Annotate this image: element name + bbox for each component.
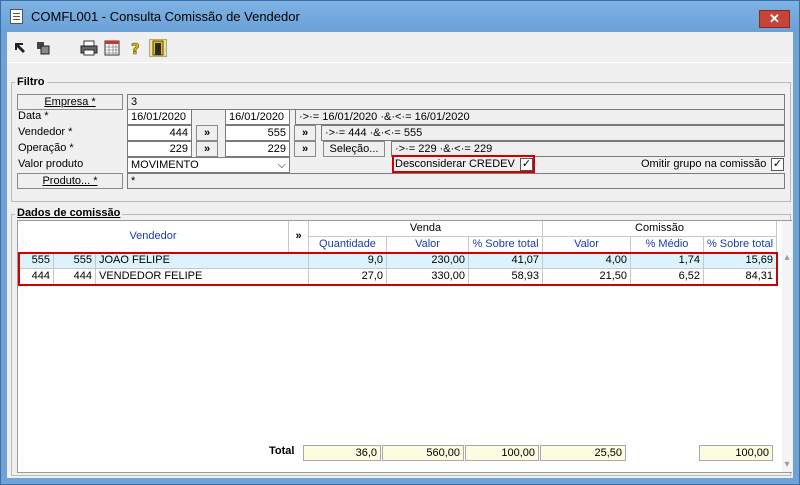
first-record-icon[interactable] — [13, 39, 31, 57]
empresa-field[interactable]: 3 — [127, 94, 785, 110]
help-icon[interactable]: ? — [126, 39, 144, 59]
produto-field[interactable]: * — [127, 173, 785, 189]
total-valor: 560,00 — [382, 445, 464, 461]
produto-button[interactable]: Produto... * — [17, 173, 123, 189]
title-bar[interactable]: COMFL001 - Consulta Comissão de Vendedor… — [1, 1, 799, 32]
header-vendedor[interactable]: Vendedor — [18, 221, 289, 253]
header-venda: Venda — [309, 221, 543, 237]
scroll-down-icon[interactable]: ▾ — [782, 459, 792, 470]
svg-text:?: ? — [131, 40, 140, 57]
header-pct-total[interactable]: % Sobre total — [469, 237, 543, 253]
document-icon — [10, 9, 23, 24]
total-label: Total — [269, 445, 295, 457]
vendedor-expression: ·>·= 444 ·&·<·= 555 — [321, 125, 785, 141]
close-button[interactable]: ✕ — [759, 10, 790, 28]
comissao-grid[interactable]: Vendedor » Venda Comissão Quantidade Val… — [17, 220, 792, 473]
operacao-expand-button[interactable]: » — [196, 141, 218, 157]
total-com-pct-total: 100,00 — [699, 445, 773, 461]
total-com-valor: 25,50 — [540, 445, 626, 461]
highlight-rows — [18, 252, 778, 286]
app-window: COMFL001 - Consulta Comissão de Vendedor… — [0, 0, 800, 485]
vendedor-from-input[interactable]: 444 — [127, 125, 192, 141]
print-icon[interactable] — [80, 39, 98, 57]
header-valor[interactable]: Valor — [387, 237, 469, 253]
scroll-up-icon[interactable]: ▴ — [782, 252, 792, 263]
header-com-pct-total[interactable]: % Sobre total — [704, 237, 777, 253]
filtro-title: Filtro — [15, 76, 47, 88]
operacao-to-input[interactable]: 229 — [225, 141, 290, 157]
vendedor-to-expand-button[interactable]: » — [294, 125, 316, 141]
exit-door-icon[interactable] — [149, 39, 167, 57]
copy-record-icon[interactable] — [34, 39, 52, 57]
data-expression: ·>·= 16/01/2020 ·&·<·= 16/01/2020 — [295, 109, 785, 125]
vertical-scrollbar[interactable]: ▴ ▾ — [782, 221, 792, 472]
omitir-label: Omitir grupo na comissão — [641, 158, 767, 170]
dados-title: Dados de comissão — [15, 207, 123, 219]
valor-produto-select[interactable]: MOVIMENTO ⌵ — [127, 157, 290, 173]
total-pct-total: 100,00 — [465, 445, 539, 461]
data-from-input[interactable]: 16/01/2020 — [127, 109, 192, 125]
vendedor-expand-button[interactable]: » — [196, 125, 218, 141]
operacao-from-input[interactable]: 229 — [127, 141, 192, 157]
header-quantidade[interactable]: Quantidade — [309, 237, 387, 253]
chevron-down-icon: ⌵ — [277, 159, 286, 171]
header-com-valor[interactable]: Valor — [543, 237, 631, 253]
client-area: ? Filtro Empresa * 3 Data * 16/01/2020 1… — [7, 32, 793, 478]
window-title: COMFL001 - Consulta Comissão de Vendedor — [31, 9, 300, 24]
toolbar-separator — [7, 62, 793, 63]
header-pct-medio[interactable]: % Médio — [631, 237, 704, 253]
vendedor-to-input[interactable]: 555 — [225, 125, 290, 141]
total-quantidade: 36,0 — [303, 445, 381, 461]
selecao-button[interactable]: Seleção... — [323, 141, 385, 157]
operacao-to-expand-button[interactable]: » — [294, 141, 316, 157]
data-to-input[interactable]: 16/01/2020 — [225, 109, 290, 125]
valor-produto-label: Valor produto — [18, 158, 84, 170]
vendedor-label: Vendedor * — [18, 126, 73, 138]
empresa-button[interactable]: Empresa * — [17, 94, 123, 110]
omitir-checkbox[interactable]: ✓ — [771, 158, 784, 171]
calendar-grid-icon[interactable] — [103, 39, 121, 57]
operacao-label: Operação * — [18, 142, 74, 154]
header-comissao: Comissão — [543, 221, 777, 237]
highlight-desconsiderar — [392, 155, 535, 173]
valor-produto-value: MOVIMENTO — [131, 159, 199, 171]
header-expand-button[interactable]: » — [289, 221, 309, 253]
data-label: Data * — [18, 110, 49, 122]
